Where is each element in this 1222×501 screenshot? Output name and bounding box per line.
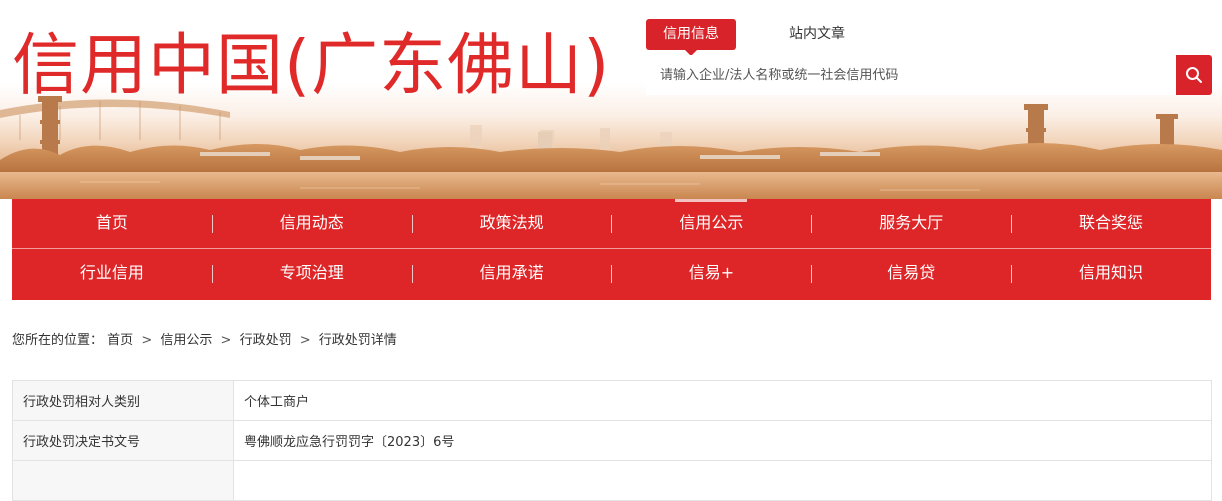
tab-site-articles[interactable]: 站内文章 bbox=[774, 19, 860, 50]
nav-row-1: 首页 信用动态 政策法规 信用公示 服务大厅 联合奖惩 bbox=[12, 199, 1211, 249]
row-label bbox=[12, 460, 234, 501]
breadcrumb-admin-penalty[interactable]: 行政处罚 bbox=[240, 333, 292, 348]
search-input[interactable] bbox=[646, 55, 1176, 95]
nav-item-xinyi-plus[interactable]: 信易+ bbox=[611, 249, 811, 299]
breadcrumb-separator: > bbox=[299, 333, 311, 348]
row-label: 行政处罚相对人类别 bbox=[12, 380, 234, 421]
nav-item-credit-knowledge[interactable]: 信用知识 bbox=[1011, 249, 1211, 299]
header-banner: 信用中国(广东佛山) 信用信息 站内文章 bbox=[0, 0, 1222, 199]
nav-item-xinyi-loan[interactable]: 信易贷 bbox=[811, 249, 1011, 299]
nav-item-service-hall[interactable]: 服务大厅 bbox=[811, 199, 1011, 249]
nav-row-2: 行业信用 专项治理 信用承诺 信易+ 信易贷 信用知识 bbox=[12, 249, 1211, 299]
table-row: 行政处罚相对人类别 个体工商户 bbox=[12, 380, 1212, 421]
nav-item-joint-rewards[interactable]: 联合奖惩 bbox=[1011, 199, 1211, 249]
nav-item-credit-commitment[interactable]: 信用承诺 bbox=[411, 249, 612, 299]
main-nav: 首页 信用动态 政策法规 信用公示 服务大厅 联合奖惩 行业信用 专项治理 信用… bbox=[12, 199, 1211, 300]
row-value: 粤佛顺龙应急行罚罚字〔2023〕6号 bbox=[233, 420, 1212, 461]
breadcrumb-home[interactable]: 首页 bbox=[107, 333, 133, 348]
search-button[interactable] bbox=[1176, 55, 1212, 95]
breadcrumb-current: 行政处罚详情 bbox=[318, 333, 397, 348]
row-value: 个体工商户 bbox=[233, 380, 1212, 421]
nav-item-credit-news[interactable]: 信用动态 bbox=[211, 199, 412, 249]
breadcrumb-credit-publicity[interactable]: 信用公示 bbox=[160, 333, 212, 348]
site-title: 信用中国(广东佛山) bbox=[12, 26, 611, 104]
nav-item-policies[interactable]: 政策法规 bbox=[411, 199, 612, 249]
nav-item-industry-credit[interactable]: 行业信用 bbox=[12, 249, 212, 299]
nav-item-credit-publicity[interactable]: 信用公示 bbox=[611, 199, 811, 249]
row-value bbox=[233, 460, 1212, 501]
table-row bbox=[12, 460, 1212, 501]
tab-credit-info[interactable]: 信用信息 bbox=[646, 19, 736, 56]
table-row: 行政处罚决定书文号 粤佛顺龙应急行罚罚字〔2023〕6号 bbox=[12, 420, 1212, 461]
breadcrumb-prefix: 您所在的位置： bbox=[12, 333, 104, 348]
search-icon bbox=[1186, 67, 1202, 83]
row-label: 行政处罚决定书文号 bbox=[12, 420, 234, 461]
nav-item-home[interactable]: 首页 bbox=[12, 199, 212, 249]
breadcrumb-separator: > bbox=[141, 333, 153, 348]
breadcrumb-separator: > bbox=[220, 333, 232, 348]
breadcrumb: 您所在的位置： 首页 > 信用公示 > 行政处罚 > 行政处罚详情 bbox=[12, 331, 397, 351]
nav-item-special-governance[interactable]: 专项治理 bbox=[211, 249, 412, 299]
penalty-detail-table: 行政处罚相对人类别 个体工商户 行政处罚决定书文号 粤佛顺龙应急行罚罚字〔202… bbox=[12, 380, 1212, 501]
